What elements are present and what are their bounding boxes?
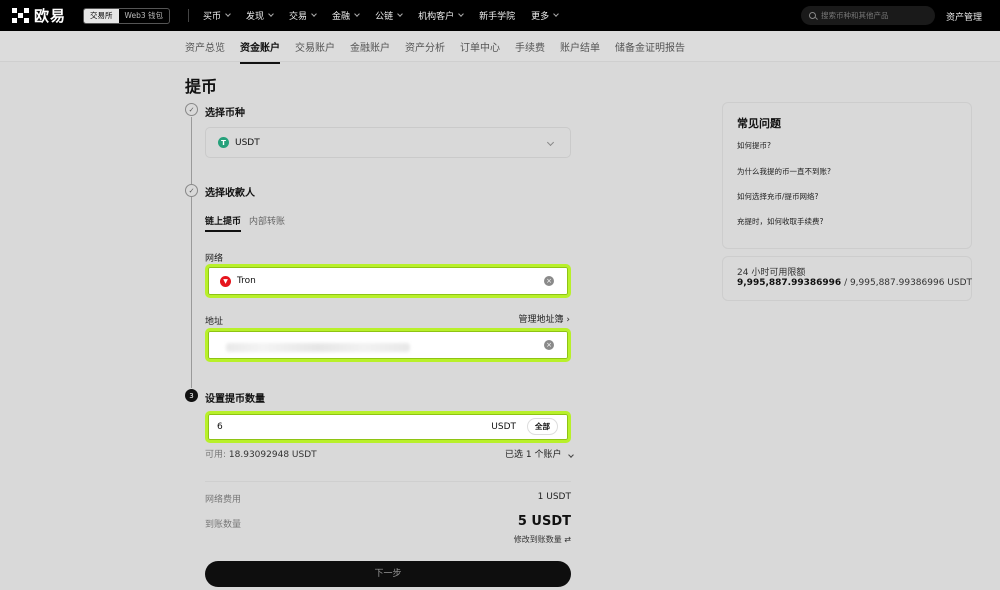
- chevron-down-icon: [546, 138, 555, 147]
- divider: [205, 481, 571, 482]
- search-input[interactable]: 搜索币种和其他产品: [801, 6, 935, 25]
- search-placeholder: 搜索币种和其他产品: [821, 11, 889, 20]
- chevron-down-icon: [225, 11, 231, 17]
- amount-input[interactable]: 6 USDT 全部: [205, 411, 571, 443]
- address-label: 地址: [205, 317, 224, 327]
- step-connector: [191, 117, 192, 184]
- account-selector[interactable]: 已选 1 个账户: [505, 447, 575, 460]
- assets-subnav: 资产总览 资金账户 交易账户 金融账户 资产分析 订单中心 手续费 账户结单 储…: [0, 31, 1000, 64]
- limit-value: 9,995,887.99386996 / 9,995,887.99386996 …: [737, 278, 973, 288]
- mode-web3-tab[interactable]: Web3 钱包: [119, 9, 170, 23]
- mode-toggle: 交易所 Web3 钱包: [83, 8, 171, 24]
- amount-unit: USDT: [491, 422, 516, 432]
- next-step-button[interactable]: 下一步: [205, 561, 571, 587]
- tab-underline: [205, 230, 241, 232]
- nav-more[interactable]: 更多: [531, 9, 559, 22]
- network-label: 网络: [205, 254, 224, 264]
- asset-management-menu[interactable]: 资产管理: [946, 10, 982, 23]
- usdt-icon: T: [218, 137, 229, 148]
- subnav-proof-of-reserves[interactable]: 储备金证明报告: [615, 39, 685, 54]
- subnav-overview[interactable]: 资产总览: [185, 39, 225, 54]
- tron-icon: ▼: [220, 275, 231, 287]
- network-fee-label: 网络费用: [205, 495, 242, 505]
- network-value: Tron: [237, 276, 256, 286]
- chevron-down-icon: [311, 11, 317, 17]
- receive-amount-value: 5 USDT: [517, 514, 571, 529]
- chevron-down-icon: [458, 11, 464, 17]
- chevron-down-icon: [568, 452, 575, 458]
- subnav-fees[interactable]: 手续费: [515, 39, 545, 54]
- coin-value: USDT: [235, 137, 260, 148]
- limit-label: 24 小时可用限额: [737, 268, 806, 278]
- available-balance: 可用: 18.93092948 USDT: [205, 450, 317, 460]
- nav-learn[interactable]: 新手学院: [479, 9, 515, 22]
- network-select[interactable]: ▼ Tron ×: [205, 264, 571, 298]
- modify-receive-link[interactable]: 修改到账数量 ⇄: [514, 534, 571, 545]
- subnav-order-center[interactable]: 订单中心: [460, 39, 500, 54]
- network-fee-value: 1 USDT: [537, 492, 571, 502]
- coin-select[interactable]: T USDT: [205, 127, 571, 158]
- nav-discover[interactable]: 发现: [246, 9, 274, 22]
- subnav-finance-account[interactable]: 金融账户: [350, 39, 390, 54]
- amount-value: 6: [217, 422, 223, 432]
- faq-link-not-received[interactable]: 为什么我提的币一直不到账?: [737, 166, 831, 177]
- chevron-down-icon: [397, 11, 403, 17]
- chevron-down-icon: [354, 11, 360, 17]
- mode-exchange-tab[interactable]: 交易所: [84, 9, 119, 23]
- faq-link-how-to-withdraw[interactable]: 如何提币?: [737, 140, 771, 151]
- step-check-icon: ✓: [185, 184, 198, 197]
- chevron-right-icon: ›: [566, 315, 570, 325]
- chevron-down-icon: [268, 11, 274, 17]
- step-connector: [191, 197, 192, 388]
- nav-trade[interactable]: 交易: [289, 9, 317, 22]
- subnav-funding-account[interactable]: 资金账户: [240, 39, 280, 64]
- withdraw-type-tabs: 链上提币 内部转账: [205, 214, 293, 227]
- subnav-trading-account[interactable]: 交易账户: [295, 39, 335, 54]
- swap-icon: ⇄: [564, 535, 571, 544]
- clear-icon[interactable]: ×: [544, 276, 554, 286]
- nav-finance[interactable]: 金融: [332, 9, 360, 22]
- faq-link-choose-network[interactable]: 如何选择充币/提币网络?: [737, 191, 819, 202]
- step3-number: 3: [185, 389, 198, 402]
- nav-chain[interactable]: 公链: [375, 9, 403, 22]
- okx-logo-icon: [12, 7, 30, 24]
- faq-link-fees[interactable]: 充提时，如何收取手续费?: [737, 216, 823, 227]
- clear-icon[interactable]: ×: [544, 340, 554, 350]
- chevron-down-icon: [553, 11, 559, 17]
- main-nav: 买币 发现 交易 金融 公链 机构客户 新手学院 更多: [203, 0, 574, 31]
- tab-onchain-withdraw[interactable]: 链上提币: [205, 214, 241, 227]
- step-check-icon: ✓: [185, 103, 198, 116]
- receive-amount-label: 到账数量: [205, 520, 242, 530]
- address-book-link[interactable]: 管理地址簿 ›: [519, 312, 571, 325]
- step1-title: 选择币种: [205, 108, 245, 119]
- subnav-statements[interactable]: 账户结单: [560, 39, 600, 54]
- step3-title: 设置提币数量: [205, 394, 265, 405]
- subnav-asset-analysis[interactable]: 资产分析: [405, 39, 445, 54]
- nav-divider: [188, 9, 189, 22]
- logo-text: 欧易: [34, 7, 67, 25]
- top-navbar: 欧易 交易所 Web3 钱包 买币 发现 交易 金融 公链 机构客户 新手学院 …: [0, 0, 1000, 31]
- tab-internal-transfer[interactable]: 内部转账: [249, 214, 285, 227]
- nav-institutional[interactable]: 机构客户: [418, 9, 464, 22]
- step2-title: 选择收款人: [205, 188, 255, 199]
- nav-buy[interactable]: 买币: [203, 9, 231, 22]
- faq-card: 常见问题 如何提币? 为什么我提的币一直不到账? 如何选择充币/提币网络? 充提…: [722, 102, 972, 249]
- okx-logo[interactable]: 欧易: [12, 7, 67, 25]
- faq-title: 常见问题: [737, 117, 781, 130]
- address-value-redacted: [226, 343, 410, 352]
- limit-card: 24 小时可用限额 9,995,887.99386996 / 9,995,887…: [722, 256, 972, 301]
- page-title: 提币: [185, 77, 218, 96]
- max-all-button[interactable]: 全部: [527, 418, 558, 435]
- search-icon: [809, 12, 816, 19]
